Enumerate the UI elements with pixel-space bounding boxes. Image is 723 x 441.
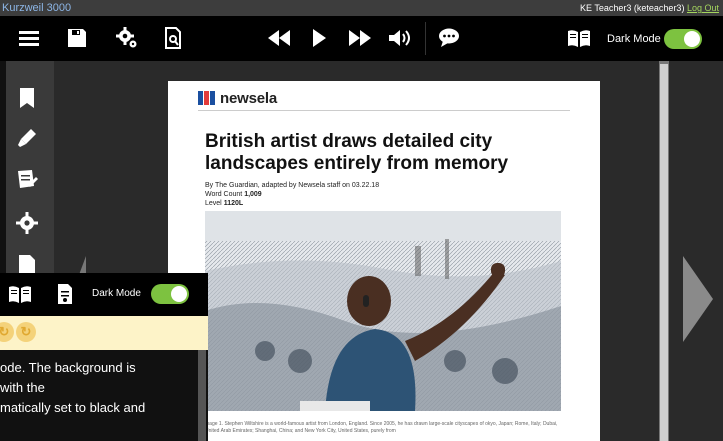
main-toolbar: Dark Mode <box>0 16 723 61</box>
page-view-icon[interactable] <box>57 284 73 309</box>
volume-icon[interactable] <box>388 26 412 50</box>
inset-scrollbar[interactable] <box>198 350 206 441</box>
toggle-knob <box>171 286 187 302</box>
logo-mark <box>198 91 216 105</box>
speech-bubble-icon[interactable] <box>437 26 461 50</box>
inset-text-line: matically set to black and <box>0 400 146 415</box>
settings-gear-icon[interactable] <box>115 26 139 50</box>
rewind-icon[interactable] <box>267 26 291 50</box>
book-icon[interactable] <box>567 26 591 50</box>
bookmark-icon[interactable] <box>15 86 39 110</box>
article-photo <box>205 211 561 411</box>
newsela-logo: newsela <box>198 89 277 107</box>
book-icon[interactable] <box>8 285 32 308</box>
logout-link[interactable]: Log Out <box>687 3 719 13</box>
byline: By The Guardian, adapted by Newsela staf… <box>205 182 380 189</box>
save-icon[interactable] <box>65 26 89 50</box>
article-headline: British artist draws detailed city lands… <box>205 131 509 174</box>
gear-icon[interactable] <box>15 211 39 235</box>
app-title: Kurzweil 3000 <box>2 2 72 14</box>
photo-caption: mage 1. Stephen Wiltshire is a world-fam… <box>205 421 558 434</box>
fast-forward-icon[interactable] <box>348 26 372 50</box>
header-divider <box>198 110 570 111</box>
dark-mode-toggle[interactable] <box>664 29 702 49</box>
dark-mode-inset: Dark Mode ↻ ↻ ode. The background is wit… <box>0 273 208 441</box>
inset-text-line: ode. The background is <box>0 360 136 375</box>
inset-toolbar: Dark Mode <box>0 273 208 316</box>
document-page: newsela British artist draws detailed ci… <box>168 81 600 441</box>
scrollbar-thumb[interactable] <box>660 64 668 441</box>
dark-mode-toggle[interactable] <box>151 284 189 304</box>
play-icon[interactable] <box>307 26 331 50</box>
dark-mode-label: Dark Mode <box>607 33 661 45</box>
user-info: KE Teacher3 (keteacher3) Log Out <box>580 0 719 16</box>
right-panel <box>669 61 723 441</box>
word-count: Word Count 1,009 <box>205 191 262 198</box>
notes-icon[interactable] <box>15 167 39 191</box>
user-name: KE Teacher3 (keteacher3) <box>580 3 685 13</box>
dark-mode-label: Dark Mode <box>92 288 141 299</box>
reading-level: Level 1120L <box>205 200 244 207</box>
highlighter-icon[interactable] <box>15 126 39 150</box>
logo-wordmark: newsela <box>220 89 277 107</box>
refresh-circle-icon[interactable]: ↻ <box>16 322 36 342</box>
title-bar: Kurzweil 3000 KE Teacher3 (keteacher3) L… <box>0 0 723 16</box>
article-meta: By The Guardian, adapted by Newsela staf… <box>205 181 379 208</box>
document-search-icon[interactable] <box>161 26 185 50</box>
inset-text-line: with the <box>0 380 45 395</box>
inset-text: ode. The background is with the maticall… <box>0 350 208 441</box>
toolbar-separator <box>425 22 426 55</box>
menu-icon[interactable] <box>17 26 41 50</box>
toggle-knob <box>684 31 700 47</box>
app-window: Kurzweil 3000 KE Teacher3 (keteacher3) L… <box>0 0 723 441</box>
next-page-arrow[interactable] <box>683 256 713 342</box>
